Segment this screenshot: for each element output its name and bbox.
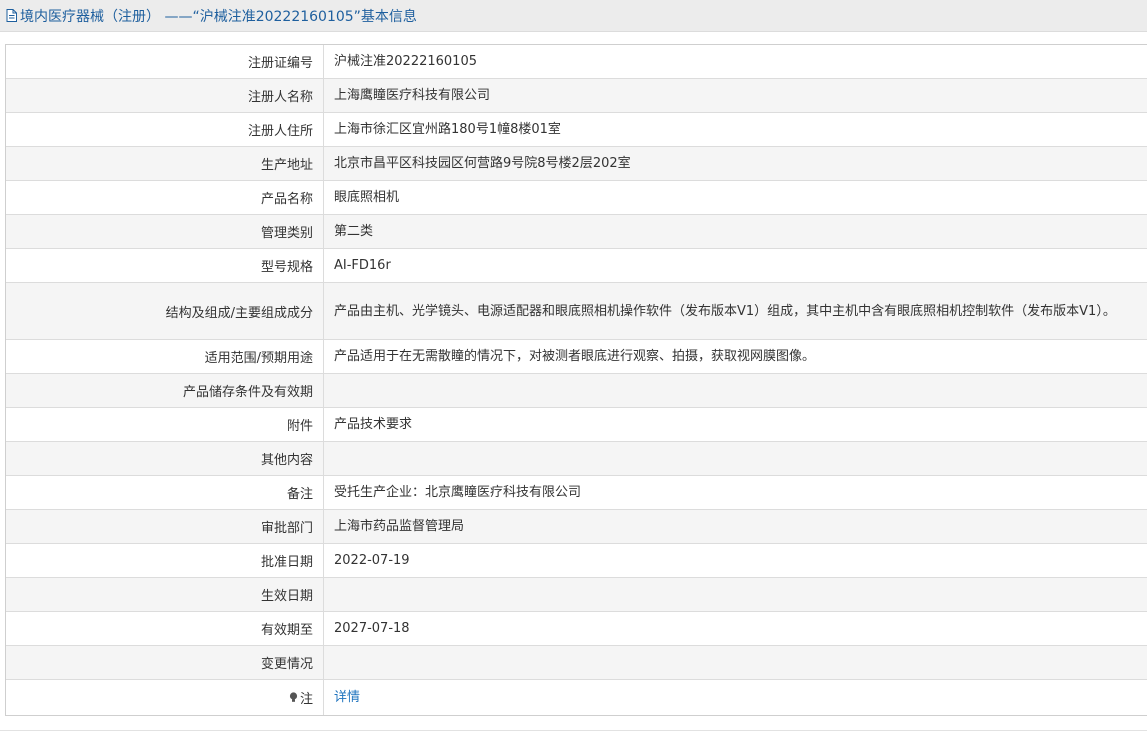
table-row: 备注 受托生产企业：北京鹰瞳医疗科技有限公司: [6, 476, 1147, 510]
note-label: 注: [299, 692, 313, 707]
note-label-cell: 注: [6, 680, 324, 715]
table-row: 其他内容: [6, 442, 1147, 476]
row-label: 变更情况: [6, 646, 324, 679]
row-value: 2022-07-19: [334, 553, 410, 568]
row-label: 有效期至: [6, 612, 324, 645]
row-label: 审批部门: [6, 510, 324, 543]
page-title: 境内医疗器械（注册） ——“沪械注准20222160105”基本信息: [20, 8, 417, 25]
page-title-bar: 境内医疗器械（注册） ——“沪械注准20222160105”基本信息: [0, 0, 1147, 32]
table-row: 生产地址 北京市昌平区科技园区何营路9号院8号楼2层202室: [6, 147, 1147, 181]
row-label: 其他内容: [6, 442, 324, 475]
bottom-divider: [0, 730, 1147, 731]
table-row: 结构及组成/主要组成成分 产品由主机、光学镜头、电源适配器和眼底照相机操作软件（…: [6, 283, 1147, 340]
table-row: 注册人名称 上海鹰瞳医疗科技有限公司: [6, 79, 1147, 113]
row-value: 上海鹰瞳医疗科技有限公司: [334, 88, 491, 103]
row-label: 结构及组成/主要组成成分: [6, 283, 324, 339]
row-label: 生效日期: [6, 578, 324, 611]
row-label: 产品名称: [6, 181, 324, 214]
row-label: 附件: [6, 408, 324, 441]
row-label: 批准日期: [6, 544, 324, 577]
row-label: 产品储存条件及有效期: [6, 374, 324, 407]
table-row: 注册人住所 上海市徐汇区宜州路180号1幢8楼01室: [6, 113, 1147, 147]
row-label: 注册人名称: [6, 79, 324, 112]
document-icon: [6, 9, 17, 22]
row-value: 上海市药品监督管理局: [334, 519, 465, 534]
row-value: 北京市昌平区科技园区何营路9号院8号楼2层202室: [334, 156, 631, 171]
row-label: 型号规格: [6, 249, 324, 282]
row-value: [324, 442, 1147, 475]
row-value-text: 产品由主机、光学镜头、电源适配器和眼底照相机操作软件（发布版本V1）组成，其中主…: [334, 303, 1116, 319]
table-row-note: 注 详情: [6, 680, 1147, 716]
row-value: 沪械注准20222160105: [334, 54, 477, 69]
row-value: 2027-07-18: [334, 621, 410, 636]
row-label: 注册人住所: [6, 113, 324, 146]
row-label: 注册证编号: [6, 45, 324, 78]
row-value: [324, 578, 1147, 611]
row-label: 管理类别: [6, 215, 324, 248]
row-label: 备注: [6, 476, 324, 509]
row-value: AI-FD16r: [334, 258, 391, 273]
row-value: 上海市徐汇区宜州路180号1幢8楼01室: [334, 122, 561, 137]
details-link[interactable]: 详情: [334, 686, 360, 709]
table-row: 管理类别 第二类: [6, 215, 1147, 249]
row-value: [324, 374, 1147, 407]
lightbulb-icon: [289, 692, 298, 702]
detail-table: 注册证编号 沪械注准20222160105 注册人名称 上海鹰瞳医疗科技有限公司…: [5, 44, 1147, 716]
row-value: 产品技术要求: [334, 417, 413, 432]
row-value: 产品适用于在无需散瞳的情况下，对被测者眼底进行观察、拍摄，获取视网膜图像。: [334, 349, 816, 364]
table-row: 批准日期 2022-07-19: [6, 544, 1147, 578]
row-value: 眼底照相机: [334, 190, 400, 205]
row-label: 适用范围/预期用途: [6, 340, 324, 373]
row-value: 第二类: [334, 224, 374, 239]
row-value: 受托生产企业：北京鹰瞳医疗科技有限公司: [334, 485, 582, 500]
table-row: 附件 产品技术要求: [6, 408, 1147, 442]
table-row: 产品名称 眼底照相机: [6, 181, 1147, 215]
table-row: 注册证编号 沪械注准20222160105: [6, 45, 1147, 79]
row-value: [324, 646, 1147, 679]
note-value: 详情: [324, 680, 1147, 715]
table-row: 审批部门 上海市药品监督管理局: [6, 510, 1147, 544]
table-row: 有效期至 2027-07-18: [6, 612, 1147, 646]
table-row: 型号规格 AI-FD16r: [6, 249, 1147, 283]
row-label: 生产地址: [6, 147, 324, 180]
table-row: 生效日期: [6, 578, 1147, 612]
table-row: 产品储存条件及有效期: [6, 374, 1147, 408]
row-value: 产品由主机、光学镜头、电源适配器和眼底照相机操作软件（发布版本V1）组成，其中主…: [324, 283, 1147, 339]
table-row: 变更情况: [6, 646, 1147, 680]
table-row: 适用范围/预期用途 产品适用于在无需散瞳的情况下，对被测者眼底进行观察、拍摄，获…: [6, 340, 1147, 374]
